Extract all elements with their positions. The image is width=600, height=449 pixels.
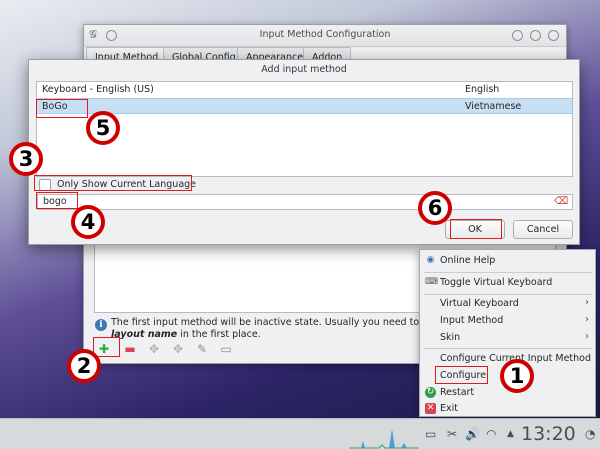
expand-tray-icon[interactable]: ▲: [507, 429, 514, 439]
system-load-graph[interactable]: [349, 423, 419, 449]
step-badge-1: 1: [500, 359, 534, 393]
menu-item-input-method[interactable]: Input Method ›: [421, 313, 594, 329]
cancel-button[interactable]: Cancel: [513, 220, 573, 239]
taskbar: ▭ ✂ 🔊 ◠ ▲ 13:20 ◔: [0, 418, 600, 449]
chevron-right-icon: ›: [585, 297, 589, 308]
clear-icon[interactable]: ⌫: [554, 196, 568, 207]
configure-im-button[interactable]: ✎: [194, 342, 210, 356]
dialog-title: Add input method: [261, 64, 347, 75]
tray-context-menu: ◉ Online Help ⌨ Toggle Virtual Keyboard …: [419, 249, 596, 417]
step-badge-6: 6: [418, 191, 452, 225]
im-language: English: [465, 84, 500, 95]
step-badge-3: 3: [9, 142, 43, 176]
step-badge-4: 4: [71, 205, 105, 239]
menu-item-label: Restart: [440, 387, 475, 398]
move-down-button[interactable]: ✥: [170, 342, 186, 356]
keyboard-icon: ⌨: [425, 277, 438, 287]
clipboard-icon[interactable]: ✂: [447, 427, 457, 441]
show-desktop-icon[interactable]: ◔: [585, 427, 595, 441]
highlight-checkbox: [34, 175, 192, 191]
menu-item-online-help[interactable]: ◉ Online Help: [421, 253, 594, 269]
menu-item-virtual-keyboard[interactable]: Virtual Keyboard ›: [421, 296, 594, 312]
chevron-right-icon: ›: [585, 331, 589, 342]
list-item-selected[interactable]: BoGo Vietnamese: [37, 98, 572, 114]
im-name: Keyboard - English (US): [42, 84, 154, 95]
im-language: Vietnamese: [465, 101, 522, 112]
help-icon: ◉: [426, 255, 435, 265]
list-item[interactable]: Keyboard - English (US) English: [37, 82, 572, 98]
search-input[interactable]: bogo ⌫: [37, 194, 573, 210]
info-text-line2: layout name in the first place.: [111, 329, 261, 340]
highlight-search: [36, 192, 78, 209]
highlight-ok-button: [450, 219, 502, 239]
highlight-add-button: [93, 337, 120, 357]
info-rest-text: in the first place.: [177, 329, 261, 340]
menu-item-label: Input Method: [440, 315, 504, 326]
exit-icon: ✕: [425, 403, 436, 414]
menu-separator: [424, 294, 592, 295]
highlight-bogo-row: [36, 99, 88, 118]
step-badge-2: 2: [67, 349, 101, 383]
maximize-button[interactable]: [530, 30, 541, 41]
info-icon: i: [95, 319, 107, 331]
move-up-button[interactable]: ✥: [146, 342, 162, 356]
menu-separator: [424, 272, 592, 273]
highlight-configure: [435, 366, 488, 384]
window-title: Input Method Configuration: [259, 29, 391, 40]
keyboard-layout-button[interactable]: ▭: [218, 342, 234, 356]
restart-icon: ↻: [425, 387, 436, 398]
info-bold-text: layout name: [111, 329, 178, 340]
volume-icon[interactable]: 🔊: [465, 427, 480, 441]
remove-button[interactable]: ▬: [122, 342, 138, 356]
step-badge-5: 5: [86, 111, 120, 145]
menu-item-label: Virtual Keyboard: [440, 298, 519, 309]
menu-separator: [424, 348, 592, 349]
network-icon[interactable]: ◠: [486, 427, 496, 441]
menu-item-skin[interactable]: Skin ›: [421, 330, 594, 346]
clock[interactable]: 13:20: [521, 423, 576, 445]
menu-item-label: Online Help: [440, 255, 496, 266]
close-button[interactable]: [548, 30, 559, 41]
menu-item-label: Toggle Virtual Keyboard: [440, 277, 553, 288]
menu-item-toggle-virtual-keyboard[interactable]: ⌨ Toggle Virtual Keyboard: [421, 275, 594, 291]
minimize-button[interactable]: [512, 30, 523, 41]
menu-item-exit[interactable]: ✕ Exit: [421, 401, 594, 417]
add-input-method-dialog: Add input method Keyboard - English (US)…: [28, 59, 580, 245]
window-titlebar[interactable]: 𝒢 Input Method Configuration: [84, 25, 566, 47]
menu-item-label: Exit: [440, 403, 458, 414]
menu-item-label: Skin: [440, 332, 461, 343]
battery-icon[interactable]: ▭: [425, 427, 436, 441]
chevron-right-icon: ›: [585, 314, 589, 325]
